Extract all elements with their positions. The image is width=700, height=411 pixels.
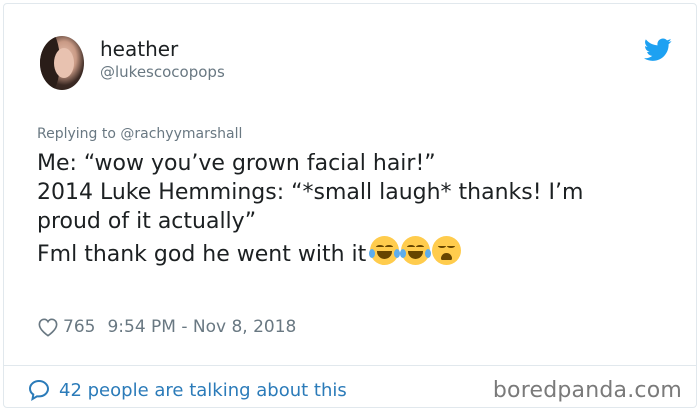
weary-face-icon (432, 236, 462, 265)
watermark: boredpanda.com (492, 377, 682, 403)
face-with-tears-of-joy-icon (369, 236, 401, 265)
tweet-line: 2014 Luke Hemmings: “*small laugh* thank… (37, 180, 584, 205)
tweet-text: Me: “wow you’ve grown facial hair!” 2014… (37, 149, 677, 267)
face-with-tears-of-joy-icon (400, 236, 432, 265)
tweet-meta: 765 9:54 PM - Nov 8, 2018 (37, 315, 296, 339)
user-name[interactable]: heather (100, 37, 178, 61)
twitter-bird-icon[interactable] (644, 38, 672, 62)
tweet-card: heather @lukescocopops Replying to @rach… (3, 3, 697, 408)
heart-icon[interactable] (37, 317, 59, 337)
user-handle[interactable]: @lukescocopops (100, 63, 225, 81)
timestamp[interactable]: 9:54 PM - Nov 8, 2018 (107, 317, 296, 337)
talking-text[interactable]: 42 people are talking about this (59, 380, 347, 401)
avatar[interactable] (40, 36, 84, 90)
tweet-line: proud of it actually” (37, 209, 257, 234)
chat-bubble-icon (28, 379, 50, 401)
tweet-last-line: Fml thank god he went with it (37, 236, 677, 267)
like-count[interactable]: 765 (63, 317, 95, 337)
divider (4, 365, 696, 366)
talking-link[interactable]: 42 people are talking about this (27, 376, 347, 404)
replying-to[interactable]: Replying to @rachyymarshall (37, 125, 242, 143)
tweet-line: Me: “wow you’ve grown facial hair!” (37, 151, 436, 176)
tweet-last-text: Fml thank god he went with it (37, 242, 367, 267)
